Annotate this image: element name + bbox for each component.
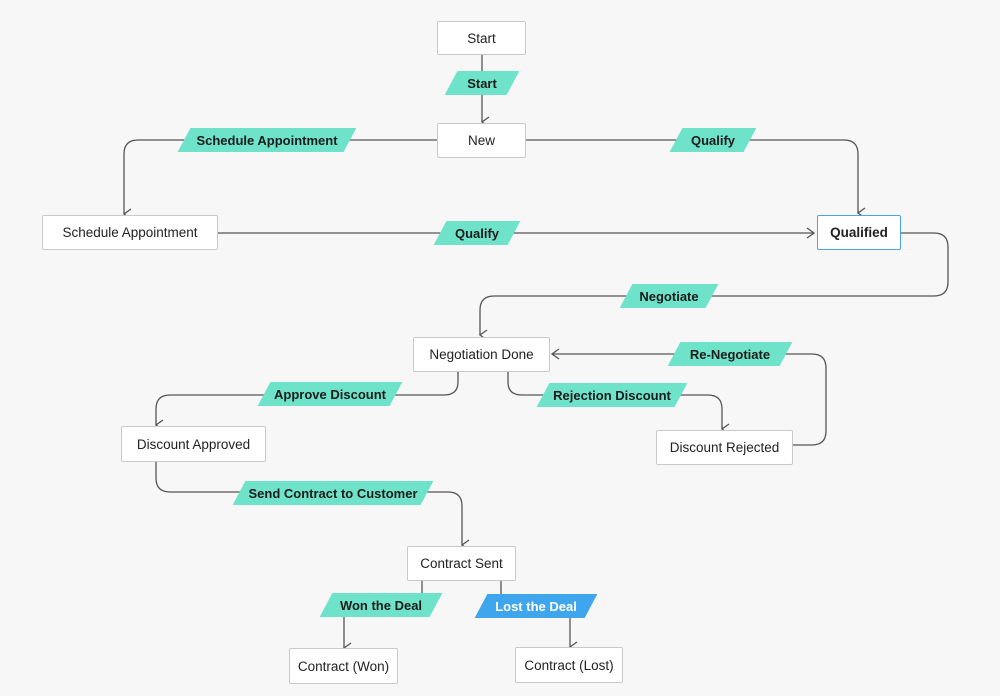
transition-label: Qualify (454, 225, 500, 241)
state-contract-won[interactable]: Contract (Won) (289, 648, 398, 684)
transition-won-the-deal[interactable]: Won the Deal (319, 593, 443, 617)
transition-label: Approve Discount (274, 386, 386, 402)
transition-label: Negotiate (639, 288, 699, 304)
blueprint-canvas: Start New Schedule Appointment Qualified… (0, 0, 1000, 696)
transition-label: Lost the Deal (495, 598, 577, 614)
state-negotiation-done[interactable]: Negotiation Done (413, 337, 550, 372)
transition-label: Re-Negotiate (689, 346, 771, 362)
state-new[interactable]: New (437, 123, 526, 158)
state-contract-lost[interactable]: Contract (Lost) (515, 647, 623, 683)
transition-send-contract[interactable]: Send Contract to Customer (232, 481, 434, 505)
state-contract-sent[interactable]: Contract Sent (407, 546, 516, 581)
transition-qualify-from-new[interactable]: Qualify (669, 128, 757, 152)
state-discount-rejected[interactable]: Discount Rejected (656, 430, 793, 465)
transition-re-negotiate[interactable]: Re-Negotiate (667, 342, 793, 366)
transition-schedule-appointment[interactable]: Schedule Appointment (177, 128, 357, 152)
transition-label: Start (467, 75, 497, 91)
transition-label: Qualify (690, 132, 736, 148)
transition-label: Send Contract to Customer (248, 485, 418, 501)
transition-lost-the-deal[interactable]: Lost the Deal (474, 594, 598, 618)
transition-rejection-discount[interactable]: Rejection Discount (536, 383, 688, 407)
transition-approve-discount[interactable]: Approve Discount (257, 382, 403, 406)
transition-label: Won the Deal (339, 597, 423, 613)
state-start[interactable]: Start (437, 21, 526, 55)
transition-start[interactable]: Start (444, 71, 520, 95)
transition-negotiate[interactable]: Negotiate (619, 284, 719, 308)
state-qualified[interactable]: Qualified (817, 215, 901, 250)
transition-label: Rejection Discount (553, 387, 671, 403)
state-discount-approved[interactable]: Discount Approved (121, 426, 266, 462)
transition-qualify-from-schedule[interactable]: Qualify (433, 221, 521, 245)
state-schedule-appointment[interactable]: Schedule Appointment (42, 215, 218, 250)
transition-label: Schedule Appointment (196, 132, 338, 148)
